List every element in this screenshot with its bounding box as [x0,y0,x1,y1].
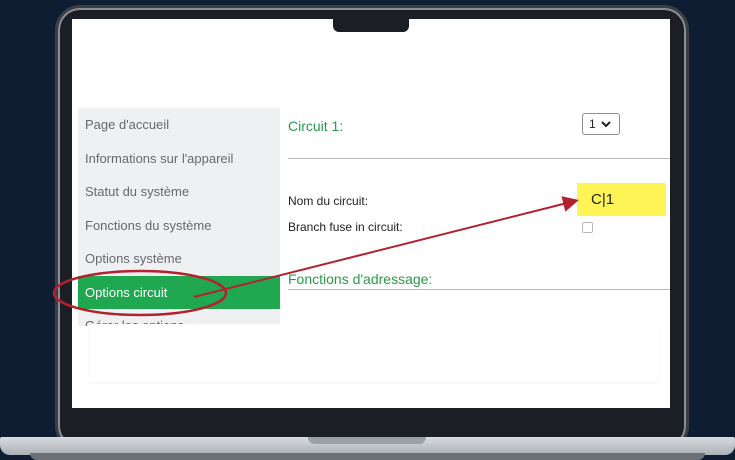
sidebar-item-label: Statut du système [85,184,190,199]
content-panel-lower [90,324,660,382]
circuit-name-input[interactable]: C|1 [577,183,666,216]
branch-fuse-label: Branch fuse in circuit: [288,220,403,234]
screen-bezel-bottom [72,408,670,434]
sidebar-item-label: Informations sur l'appareil [85,150,234,166]
sidebar-item-label: Options circuit [85,284,168,300]
divider [288,289,670,290]
sidebar-item-label: Fonctions du système [85,217,212,233]
laptop-base-opening [308,437,426,444]
sidebar-item-informations[interactable]: Informations sur l'appareil [78,142,280,176]
screen: Page d'accueil Informations sur l'appare… [72,19,670,408]
circuit-select[interactable]: 1 [582,113,620,135]
chevron-down-icon [600,120,611,127]
divider [288,158,670,159]
sidebar-nav: Page d'accueil Informations sur l'appare… [78,108,280,326]
camera-notch [333,15,409,32]
circuit-name-label: Nom du circuit: [288,194,369,208]
sidebar-item-label: Page d'accueil [85,117,170,132]
sidebar-item-options-systeme[interactable]: Options système [78,242,280,276]
circuit-title: Circuit 1: [288,118,344,134]
sidebar-item-options-circuit[interactable]: Options circuit [78,275,280,309]
sidebar-item-statut[interactable]: Statut du système [78,175,280,209]
circuit-select-value: 1 [589,117,596,131]
sidebar-item-accueil[interactable]: Page d'accueil [78,108,280,142]
sidebar-item-fonctions[interactable]: Fonctions du système [78,209,280,243]
branch-fuse-checkbox[interactable] [582,222,593,233]
laptop-base-shadow [30,453,705,460]
addressing-title: Fonctions d'adressage: [288,271,433,287]
sidebar-item-label: Options système [85,251,182,266]
